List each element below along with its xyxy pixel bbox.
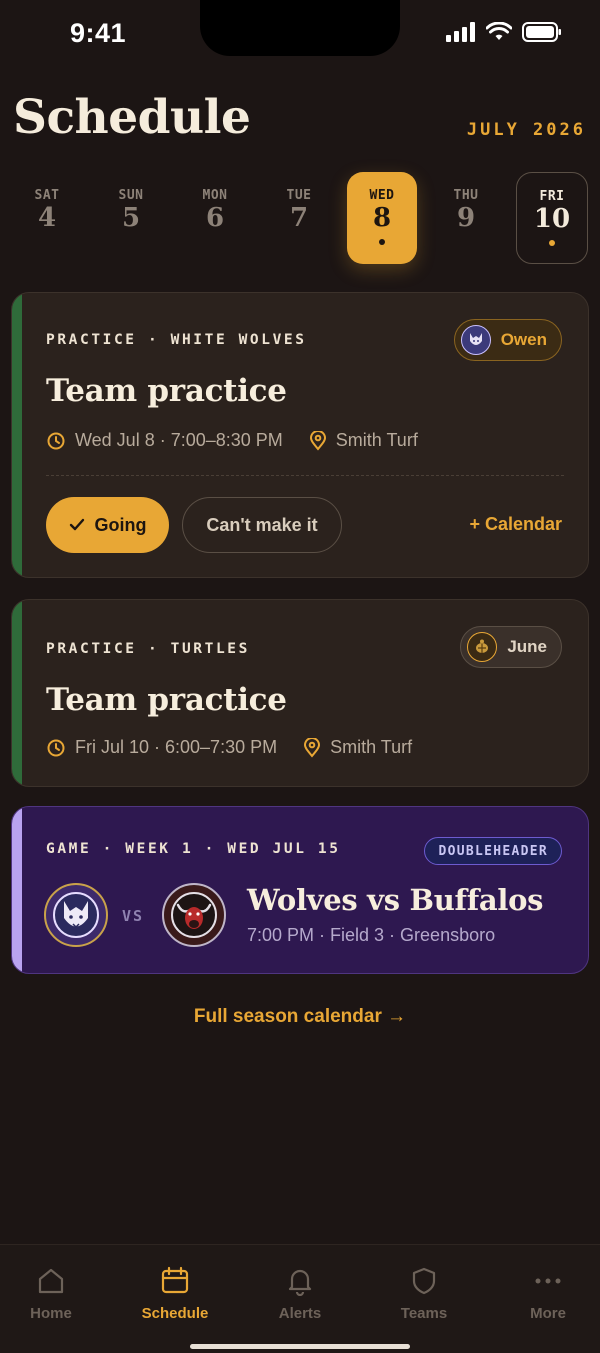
player-name: Owen	[500, 330, 547, 349]
day-number: 9	[456, 203, 476, 233]
full-season-calendar-link[interactable]: Full season calendar →	[0, 1006, 600, 1028]
day-tue[interactable]: TUE 7	[264, 172, 334, 264]
rsvp-going-label: Going	[94, 514, 147, 535]
cellular-signal-icon	[446, 22, 476, 47]
tab-schedule[interactable]: Schedule	[120, 1265, 230, 1322]
game-eyebrow: GAME · WEEK 1 · WED JUL 15	[46, 841, 341, 857]
turtle-icon	[476, 639, 489, 653]
day-number: 5	[121, 203, 141, 233]
more-icon	[493, 1265, 600, 1297]
day-name: TUE	[286, 188, 312, 203]
tab-label: Alerts	[278, 1305, 322, 1322]
event-type-stripe	[12, 600, 22, 786]
doubleheader-badge: DOUBLEHEADER	[424, 837, 562, 865]
day-name: FRI	[539, 189, 565, 204]
tab-teams[interactable]: Teams	[369, 1265, 479, 1322]
rsvp-cant-button[interactable]: Can't make it	[182, 497, 342, 553]
event-eyebrow: PRACTICE · WHITE WOLVES	[46, 332, 307, 348]
page-title: Schedule	[13, 90, 251, 145]
status-time: 9:41	[70, 18, 127, 48]
event-datetime: Wed Jul 8 · 7:00–8:30 PM	[75, 430, 283, 450]
event-location[interactable]: Smith Turf	[330, 737, 412, 758]
event-datetime: Fri Jul 10 · 6:00–7:30 PM	[75, 737, 278, 757]
event-meta: Wed Jul 8 · 7:00–8:30 PM Smith Turf	[46, 430, 418, 451]
game-matchup: Wolves vs Buffalos	[247, 883, 544, 917]
rsvp-cant-label: Can't make it	[206, 514, 318, 535]
event-card[interactable]: PRACTICE · TURTLES June Team practice Fr…	[11, 599, 589, 787]
battery-icon	[522, 22, 562, 47]
shield-icon	[369, 1265, 479, 1297]
tab-bar: Home Schedule Alerts Teams More	[0, 1244, 600, 1353]
tab-label: Teams	[400, 1305, 448, 1322]
event-type-stripe	[12, 807, 22, 973]
day-name: SUN	[118, 188, 144, 203]
event-title: Team practice	[46, 682, 287, 718]
player-name: June	[507, 637, 547, 656]
day-number: 10	[533, 204, 571, 234]
game-card[interactable]: GAME · WEEK 1 · WED JUL 15 DOUBLEHEADER …	[11, 806, 589, 974]
day-name: MON	[202, 188, 228, 203]
day-mon[interactable]: MON 6	[180, 172, 250, 264]
status-icons	[446, 21, 562, 47]
game-details: 7:00 PM · Field 3 · Greensboro	[247, 925, 496, 945]
day-number: 8	[372, 203, 392, 233]
dynamic-island	[200, 0, 400, 56]
week-strip: SAT 4 SUN 5 MON 6 TUE 7 WED 8 THU 9 FRI …	[0, 170, 600, 270]
player-pill[interactable]: Owen	[453, 319, 562, 361]
calendar-icon	[120, 1265, 230, 1297]
event-dot	[379, 239, 385, 245]
event-meta: Fri Jul 10 · 6:00–7:30 PM Smith Turf	[46, 737, 412, 758]
status-bar: 9:41	[0, 0, 600, 64]
event-type-stripe	[12, 293, 22, 577]
tab-label: More	[530, 1305, 566, 1322]
day-name: SAT	[34, 188, 60, 203]
tab-alerts[interactable]: Alerts	[245, 1265, 355, 1322]
rsvp-going-button[interactable]: Going	[46, 497, 169, 553]
card-divider	[46, 475, 564, 476]
day-name: WED	[369, 188, 395, 203]
tab-more[interactable]: More	[493, 1265, 600, 1322]
player-avatar	[467, 632, 498, 662]
versus-label: VS	[122, 907, 145, 925]
day-thu[interactable]: THU 9	[431, 172, 501, 264]
home-indicator	[190, 1344, 410, 1349]
day-number: 4	[37, 203, 57, 233]
day-sun[interactable]: SUN 5	[96, 172, 166, 264]
day-name: THU	[453, 188, 479, 203]
day-sat[interactable]: SAT 4	[12, 172, 82, 264]
day-number: 7	[289, 203, 309, 233]
check-icon	[69, 518, 85, 532]
event-card[interactable]: PRACTICE · WHITE WOLVES Owen Team practi…	[11, 292, 589, 578]
day-number: 6	[205, 203, 225, 233]
buffalos-logo-icon	[162, 883, 226, 947]
wifi-icon	[485, 21, 513, 47]
tab-label: Home	[30, 1305, 72, 1322]
event-dot	[549, 240, 555, 246]
add-to-calendar-button[interactable]: + Calendar	[469, 514, 562, 535]
clock-icon	[46, 738, 66, 758]
day-fri-today[interactable]: FRI 10	[516, 172, 588, 264]
event-eyebrow: PRACTICE · TURTLES	[46, 641, 250, 657]
location-pin-icon	[309, 430, 327, 451]
bell-icon	[245, 1265, 355, 1297]
player-pill[interactable]: June	[460, 626, 562, 668]
tab-label: Schedule	[141, 1305, 209, 1322]
month-label[interactable]: JULY 2026	[467, 120, 586, 140]
player-avatar	[460, 325, 491, 355]
day-wed-selected[interactable]: WED 8	[347, 172, 417, 264]
clock-icon	[46, 431, 66, 451]
home-icon	[0, 1265, 106, 1297]
tab-home[interactable]: Home	[0, 1265, 106, 1322]
event-title: Team practice	[46, 373, 287, 409]
event-location[interactable]: Smith Turf	[336, 430, 418, 451]
location-pin-icon	[303, 737, 321, 758]
wolf-icon	[469, 333, 482, 345]
wolves-logo-icon	[44, 883, 108, 947]
